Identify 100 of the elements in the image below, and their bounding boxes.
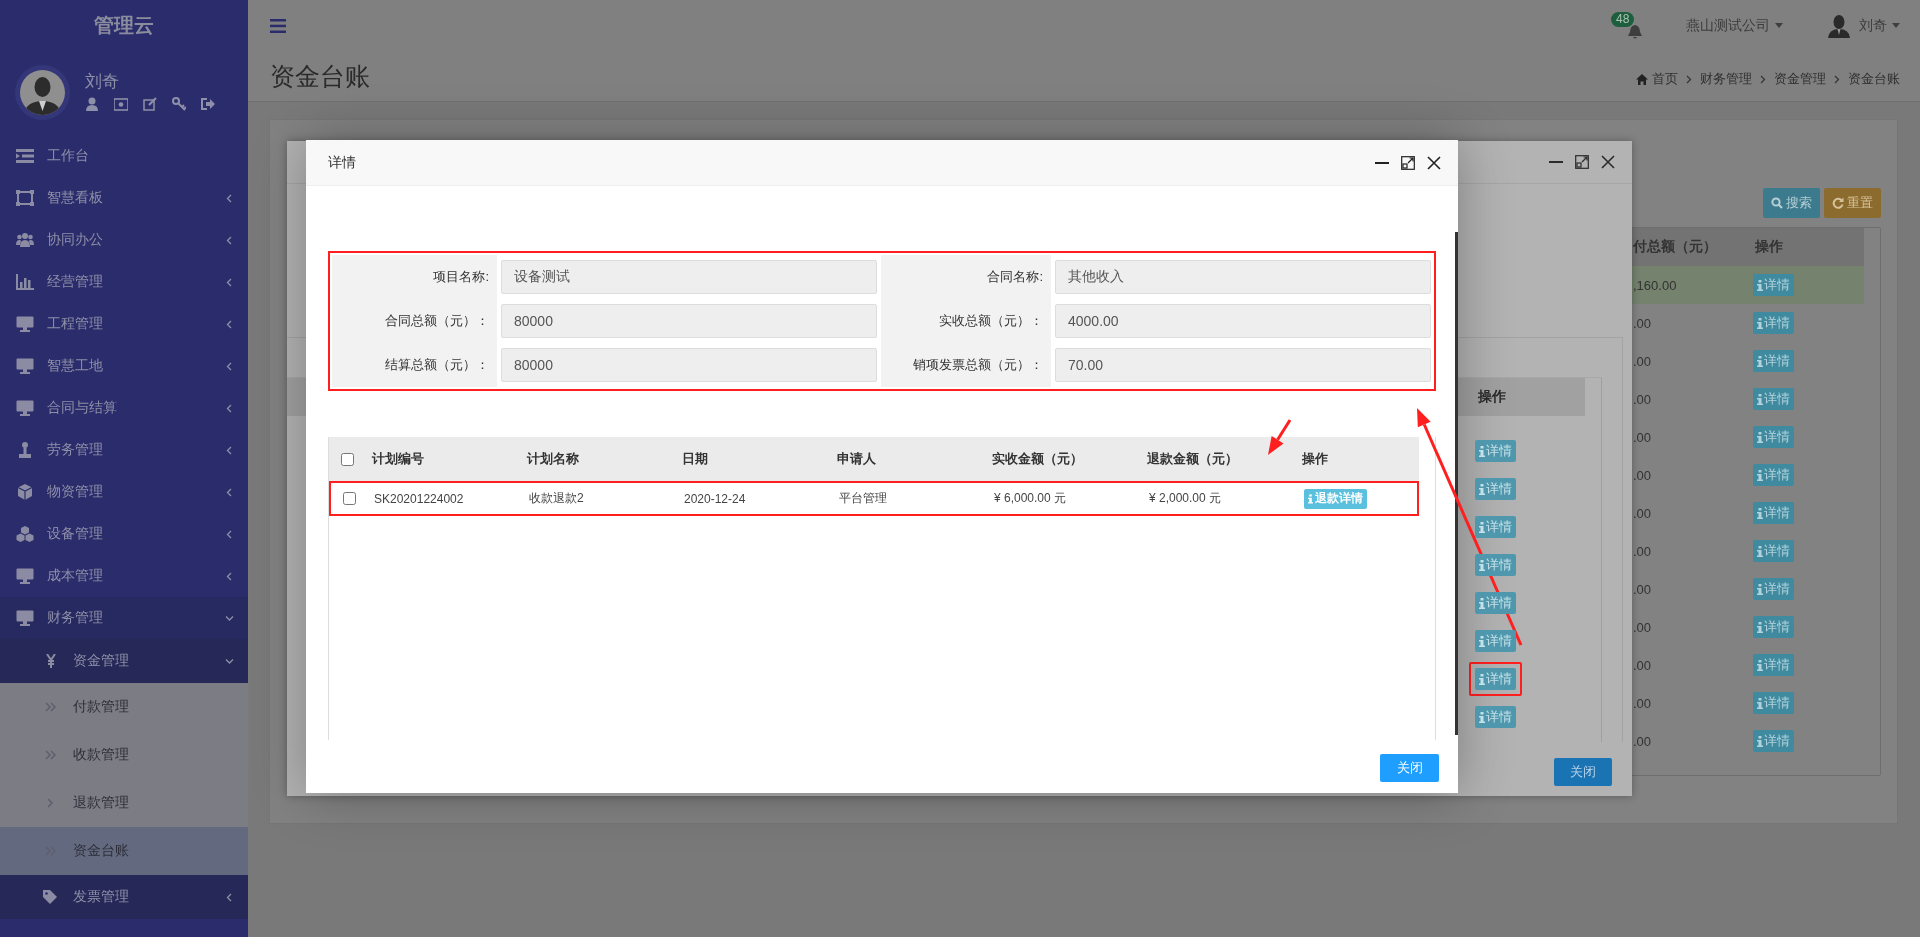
detail-button[interactable]: 详情 — [1475, 478, 1516, 500]
reset-button[interactable]: 重置 — [1824, 188, 1881, 218]
chevron-left-icon — [225, 892, 234, 902]
detail-button[interactable]: 详情 — [1475, 592, 1516, 614]
breadcrumb-link[interactable]: 资金管理 — [1774, 70, 1826, 88]
refresh-icon — [1832, 197, 1844, 209]
scrollbar[interactable] — [1455, 232, 1458, 735]
field-label: 项目名称: — [332, 255, 497, 299]
bell-icon[interactable] — [1627, 23, 1643, 40]
detail-button[interactable]: 详情 — [1753, 654, 1794, 676]
sidebar-item[interactable]: 劳务管理 — [0, 429, 248, 471]
detail-button[interactable]: 详情 — [1753, 540, 1794, 562]
sidebar-item[interactable]: 资金管理 — [0, 639, 248, 683]
sidebar-item[interactable]: 付款管理 — [0, 683, 248, 731]
logout-icon[interactable] — [201, 97, 215, 111]
info-icon — [1757, 507, 1763, 519]
breadcrumb-link[interactable]: 财务管理 — [1700, 70, 1752, 88]
sidebar-item[interactable]: 智慧工地 — [0, 345, 248, 387]
checkbox[interactable] — [341, 452, 354, 466]
detail-button[interactable]: 详情 — [1753, 578, 1794, 600]
sidebar-item[interactable]: 工作台 — [0, 135, 248, 177]
info-icon — [1479, 445, 1485, 457]
table-cell-text: .00 — [1632, 467, 1653, 483]
chevron-right-icon — [1760, 74, 1766, 84]
sidebar-item[interactable]: 智慧看板 — [0, 177, 248, 219]
sidebar-item[interactable]: 资金台账 — [0, 827, 248, 875]
cubes-icon — [16, 526, 34, 542]
menu-icon[interactable] — [270, 18, 286, 33]
detail-button[interactable]: 详情 — [1753, 502, 1794, 524]
sidebar-item[interactable]: 协同办公 — [0, 219, 248, 261]
column-header: 计划编号 — [372, 450, 425, 468]
input-field[interactable]: 其他收入 — [1055, 260, 1431, 294]
monitor-icon — [16, 400, 34, 416]
detail-button[interactable]: 详情 — [1753, 274, 1794, 296]
sidebar-item[interactable]: 发票管理 — [0, 875, 248, 919]
search-icon — [1771, 197, 1783, 209]
table-cell-text: .00 — [1632, 315, 1653, 331]
input-field[interactable]: 4000.00 — [1055, 304, 1431, 338]
detail-button[interactable]: 详情 — [1475, 668, 1516, 690]
edit-icon[interactable] — [143, 97, 157, 111]
info-icon — [1479, 559, 1485, 571]
id-card-icon[interactable] — [114, 97, 128, 111]
checkbox[interactable] — [343, 492, 356, 505]
chevron-left-icon — [225, 277, 234, 287]
list-icon — [16, 148, 34, 164]
sidebar-item[interactable]: 合同与结算 — [0, 387, 248, 429]
detail-button[interactable]: 详情 — [1753, 730, 1794, 752]
sidebar-item[interactable]: 物资管理 — [0, 471, 248, 513]
detail-button[interactable]: 详情 — [1753, 464, 1794, 486]
close-button[interactable]: 关闭 — [1380, 754, 1439, 782]
detail-button[interactable]: 详情 — [1753, 616, 1794, 638]
chevron-right-icon — [1686, 74, 1692, 84]
column-header: 付总额（元） — [1632, 238, 1718, 256]
close-icon[interactable] — [1601, 155, 1615, 169]
close-icon[interactable] — [1427, 155, 1441, 170]
detail-button[interactable]: 详情 — [1753, 350, 1794, 372]
profile-icon[interactable] — [85, 97, 99, 111]
input-field[interactable]: 70.00 — [1055, 348, 1431, 382]
info-icon — [1479, 673, 1485, 685]
sidebar-item[interactable]: 设备管理 — [0, 513, 248, 555]
detail-button[interactable]: 详情 — [1753, 426, 1794, 448]
sidebar-item[interactable]: 经营管理 — [0, 261, 248, 303]
maximize-icon[interactable] — [1575, 155, 1589, 169]
column-header: 日期 — [682, 450, 709, 468]
sidebar-item[interactable]: 成本管理 — [0, 555, 248, 597]
info-icon — [1479, 711, 1485, 723]
detail-button[interactable]: 详情 — [1475, 440, 1516, 462]
close-button[interactable]: 关闭 — [1554, 758, 1612, 786]
tag-icon — [43, 890, 59, 904]
detail-button[interactable]: 详情 — [1475, 630, 1516, 652]
detail-button[interactable]: 详情 — [1475, 554, 1516, 576]
chevron-left-icon — [225, 235, 234, 245]
breadcrumb-link[interactable]: 首页 — [1652, 70, 1678, 88]
sidebar-item[interactable]: 财务管理 — [0, 597, 248, 639]
table-cell-text: .00 — [1632, 581, 1653, 597]
maximize-icon[interactable] — [1401, 155, 1415, 170]
info-icon — [1479, 597, 1485, 609]
input-field[interactable]: 设备测试 — [501, 260, 877, 294]
detail-button[interactable]: 详情 — [1753, 388, 1794, 410]
arrow — [1268, 419, 1292, 455]
input-field[interactable]: 80000 — [501, 304, 877, 338]
info-icon — [1757, 735, 1763, 747]
column-header: 操作 — [1302, 450, 1329, 468]
detail-button[interactable]: 详情 — [1753, 312, 1794, 334]
sidebar-item[interactable]: 收款管理 — [0, 731, 248, 779]
input-field[interactable]: 80000 — [501, 348, 877, 382]
detail-button[interactable]: 详情 — [1475, 706, 1516, 728]
table-cell-text: 平台管理 — [839, 490, 888, 507]
company-dropdown[interactable]: 燕山测试公司 — [1686, 16, 1783, 35]
search-button[interactable]: 搜索 — [1763, 188, 1820, 218]
chevron-left-icon — [225, 319, 234, 329]
user-dropdown[interactable]: 刘奇 — [1859, 16, 1900, 35]
detail-button[interactable]: 详情 — [1475, 516, 1516, 538]
sidebar-item[interactable]: 退款管理 — [0, 779, 248, 827]
refund-detail-button[interactable]: 退款详情 — [1304, 488, 1367, 509]
column-header: 计划名称 — [527, 450, 580, 468]
sidebar-item[interactable]: 工程管理 — [0, 303, 248, 345]
info-icon — [1757, 659, 1763, 671]
key-icon[interactable] — [172, 97, 186, 111]
detail-button[interactable]: 详情 — [1753, 692, 1794, 714]
